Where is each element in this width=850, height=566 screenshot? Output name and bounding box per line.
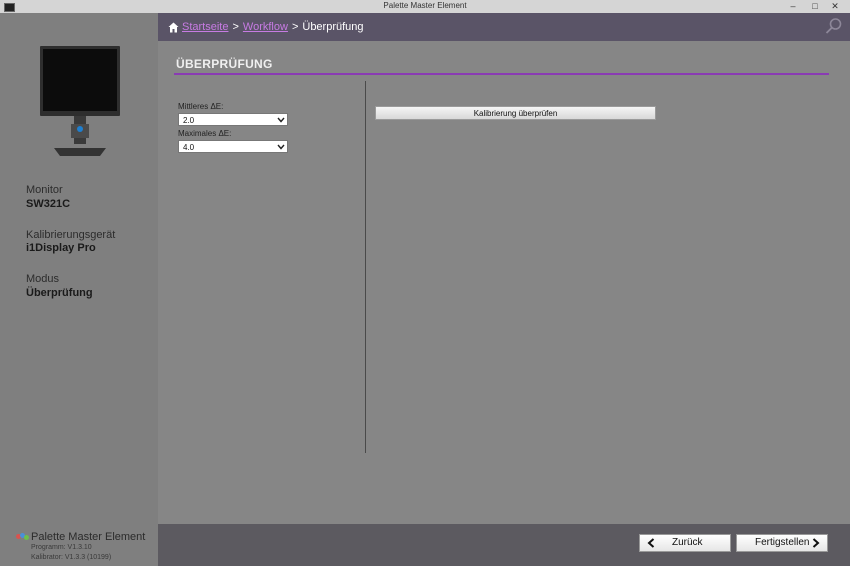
search-icon[interactable] (825, 17, 843, 35)
chevron-down-icon (277, 144, 285, 150)
average-delta-e-label: Mittleres ΔE: (178, 102, 224, 111)
maximum-delta-e-label: Maximales ΔE: (178, 129, 232, 138)
finish-button[interactable]: Fertigstellen (736, 534, 828, 552)
maximum-delta-e-value: 4.0 (183, 143, 195, 152)
breadcrumb-separator: > (232, 21, 239, 33)
main-panel: ÜBERPRÜFUNG Mittleres ΔE: 2.0 Maximales … (158, 41, 850, 524)
breadcrumb-home-link[interactable]: Startseite (182, 21, 228, 33)
vertical-divider (365, 81, 366, 453)
average-delta-e-value: 2.0 (183, 116, 195, 125)
mode-label: Modus (26, 273, 60, 285)
window-titlebar: Palette Master Element – □ ✕ (0, 0, 850, 14)
device-value: i1Display Pro (26, 242, 96, 254)
window-title: Palette Master Element (383, 1, 467, 10)
close-button[interactable]: ✕ (822, 0, 848, 12)
program-version: Programm: V1.3.10 (31, 544, 92, 551)
calibrator-version: Kalibrator: V1.3.3 (10199) (31, 554, 112, 561)
chevron-left-icon (647, 538, 655, 548)
page-title: ÜBERPRÜFUNG (176, 57, 273, 71)
breadcrumb-current: Überprüfung (302, 21, 364, 33)
footer-bar: Zurück Fertigstellen (158, 524, 850, 566)
breadcrumb-separator: > (291, 21, 299, 33)
monitor-image (40, 46, 120, 156)
breadcrumb: Startseite > Workflow > Überprüfung (182, 21, 364, 33)
finish-button-label: Fertigstellen (755, 537, 810, 548)
title-divider (174, 73, 829, 75)
breadcrumb-bar: Startseite > Workflow > Überprüfung (158, 13, 850, 41)
sidebar: Monitor SW321C Kalibrierungsgerät i1Disp… (0, 13, 159, 566)
brand-name: Palette Master Element (31, 531, 146, 543)
chevron-down-icon (277, 117, 285, 123)
average-delta-e-select[interactable]: 2.0 (178, 113, 288, 126)
mode-value: Überprüfung (26, 287, 93, 299)
back-button-label: Zurück (672, 537, 703, 548)
monitor-label: Monitor (26, 184, 63, 196)
back-button[interactable]: Zurück (639, 534, 731, 552)
verify-calibration-button[interactable]: Kalibrierung überprüfen (375, 106, 656, 120)
monitor-value: SW321C (26, 198, 71, 210)
chevron-right-icon (812, 538, 820, 548)
device-label: Kalibrierungsgerät (26, 229, 116, 241)
home-icon[interactable] (168, 22, 179, 33)
brand-logo-icon (16, 533, 30, 541)
breadcrumb-workflow-link[interactable]: Workflow (243, 21, 288, 33)
maximum-delta-e-select[interactable]: 4.0 (178, 140, 288, 153)
